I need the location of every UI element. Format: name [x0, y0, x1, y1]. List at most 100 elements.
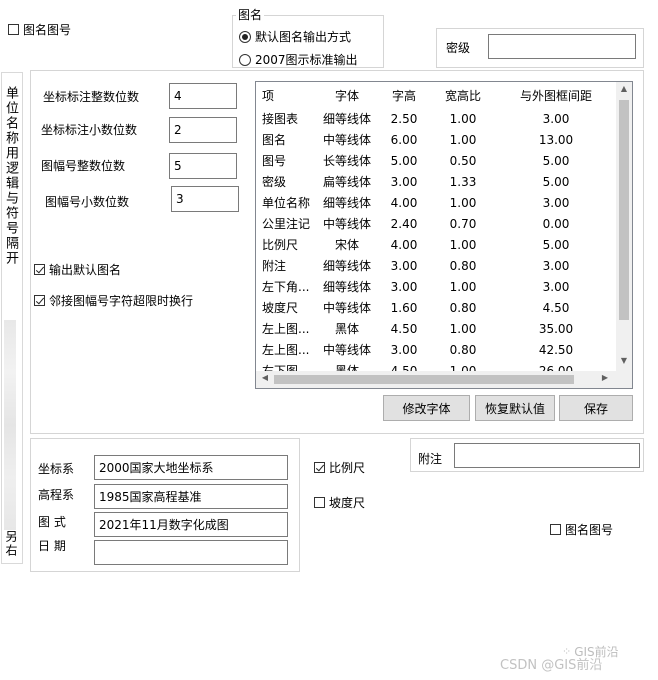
table-cell: 2.40	[390, 216, 418, 231]
scrollbar-thumb[interactable]	[619, 100, 629, 320]
table-cell: 3.00	[390, 279, 418, 294]
frame-int-input[interactable]: 5	[169, 153, 237, 179]
map-style-input[interactable]: 2021年11月数字化成图	[94, 512, 288, 537]
table-cell: 35.00	[538, 321, 574, 336]
radio-button[interactable]	[239, 30, 251, 43]
checkbox-label: 邻接图幅号字符超限时换行	[49, 294, 194, 308]
table-cell: 1.00	[449, 132, 477, 147]
table-cell: 坡度尺	[262, 301, 299, 315]
note-input[interactable]	[454, 443, 640, 468]
date-label: 日 期	[38, 539, 66, 553]
table-cell: 1.00	[449, 237, 477, 252]
table-cell: 1.00	[449, 111, 477, 126]
checkbox-box[interactable]	[550, 524, 561, 535]
table-cell: 5.00	[542, 174, 570, 189]
checkbox-box[interactable]	[8, 24, 19, 35]
table-cell: 细等线体	[322, 280, 371, 294]
slope-bar-checkbox[interactable]: 坡度尺	[314, 494, 365, 511]
table-cell: 4.00	[390, 237, 418, 252]
table-cell: 1.33	[449, 174, 477, 189]
secret-label: 密级	[446, 41, 471, 55]
map-style-label: 图 式	[38, 515, 66, 529]
checkbox-label: 比例尺	[329, 461, 366, 475]
table-cell: 密级	[262, 175, 287, 189]
horizontal-scrollbar[interactable]: ◀ ▶	[256, 371, 632, 388]
table-row[interactable]: 比例尺 宋体 4.00 1.00 5.00	[256, 234, 618, 255]
radio-button[interactable]	[239, 53, 251, 66]
table-row[interactable]: 坡度尺 中等线体 1.60 0.80 4.50	[256, 297, 618, 318]
table-cell: 3.00	[542, 279, 570, 294]
table-cell: 3.00	[542, 258, 570, 273]
map-name-number-checkbox-2[interactable]: 图名图号	[550, 521, 613, 538]
checkbox-box[interactable]	[34, 264, 45, 275]
table-cell: 4.00	[390, 195, 418, 210]
checkbox-box[interactable]	[34, 295, 45, 306]
secret-input[interactable]	[488, 34, 636, 59]
vertical-scrollbar[interactable]: ▲ ▼	[616, 82, 632, 372]
table-cell: 0.70	[449, 216, 477, 231]
elevation-system-input[interactable]: 1985国家高程基准	[94, 484, 288, 509]
save-button[interactable]: 保存	[559, 395, 633, 421]
frame-dec-input[interactable]: 3	[171, 186, 239, 212]
h-scrollbar-thumb[interactable]	[274, 375, 574, 384]
checkbox-box[interactable]	[314, 497, 325, 508]
table-row[interactable]: 左下角... 细等线体 3.00 1.00 3.00	[256, 276, 618, 297]
modify-font-button[interactable]: 修改字体	[383, 395, 470, 421]
table-cell: 宋体	[334, 238, 359, 252]
table-header: 项 字体 字高 宽高比 与外图框间距	[256, 82, 618, 108]
table-row[interactable]: 公里注记 中等线体 2.40 0.70 0.00	[256, 213, 618, 234]
output-default-name-checkbox[interactable]: 输出默认图名	[34, 261, 121, 278]
checkbox-box[interactable]	[314, 462, 325, 473]
table-cell: 5.00	[542, 153, 570, 168]
table-cell: 1.00	[449, 195, 477, 210]
table-cell: 接图表	[262, 112, 299, 126]
coord-system-input[interactable]: 2000国家大地坐标系	[94, 455, 288, 480]
scroll-left-icon[interactable]: ◀	[258, 373, 272, 386]
font-settings-list[interactable]: 项 字体 字高 宽高比 与外图框间距 接图表 细等线体 2.50 1.00 3.00 图名…	[255, 81, 633, 389]
scale-bar-checkbox[interactable]: 比例尺	[314, 459, 365, 476]
coord-int-label: 坐标标注整数位数	[43, 90, 140, 104]
table-cell: 0.50	[449, 153, 477, 168]
scroll-down-icon[interactable]: ▼	[616, 356, 632, 370]
restore-default-button[interactable]: 恢复默认值	[475, 395, 555, 421]
table-cell: 图名	[262, 133, 287, 147]
table-cell: 1.00	[449, 321, 477, 336]
column-header[interactable]: 项	[256, 82, 318, 108]
map-name-number-checkbox[interactable]: 图名图号	[8, 21, 71, 38]
frame-dec-label: 图幅号小数位数	[45, 195, 130, 209]
column-header[interactable]: 与外图框间距	[494, 82, 618, 108]
table-cell: 细等线体	[322, 259, 371, 273]
scroll-up-icon[interactable]: ▲	[616, 84, 632, 98]
table-cell: 公里注记	[262, 217, 311, 231]
table-cell: 0.80	[449, 258, 477, 273]
date-input[interactable]	[94, 540, 288, 565]
table-cell: 0.00	[542, 216, 570, 231]
table-cell: 3.00	[390, 174, 418, 189]
wrap-frame-number-checkbox[interactable]: 邻接图幅号字符超限时换行	[34, 292, 193, 309]
table-row[interactable]: 附注 细等线体 3.00 0.80 3.00	[256, 255, 618, 276]
column-header[interactable]: 字高	[376, 82, 432, 108]
table-row[interactable]: 单位名称 细等线体 4.00 1.00 3.00	[256, 192, 618, 213]
table-cell: 5.00	[390, 153, 418, 168]
table-row[interactable]: 接图表 细等线体 2.50 1.00 3.00	[256, 108, 618, 129]
table-row[interactable]: 左上图... 黑体 4.50 1.00 35.00	[256, 318, 618, 339]
elevation-system-label: 高程系	[38, 488, 75, 502]
unit-name-hint: 单位名称用逻辑与符号隔开	[3, 86, 18, 266]
table-row[interactable]: 图号 长等线体 5.00 0.50 5.00	[256, 150, 618, 171]
table-cell: 细等线体	[322, 112, 371, 126]
radio-default-output[interactable]: 默认图名输出方式	[239, 28, 351, 45]
table-cell: 0.80	[449, 300, 477, 315]
column-header[interactable]: 宽高比	[432, 82, 494, 108]
column-header[interactable]: 字体	[318, 82, 376, 108]
table-cell: 6.00	[390, 132, 418, 147]
scroll-right-icon[interactable]: ▶	[598, 373, 612, 386]
coord-dec-input[interactable]: 2	[169, 117, 237, 143]
checkbox-label: 图名图号	[565, 523, 614, 537]
table-cell: 单位名称	[262, 196, 311, 210]
table-row[interactable]: 左上图... 中等线体 3.00 0.80 42.50	[256, 339, 618, 360]
coord-int-input[interactable]: 4	[169, 83, 237, 109]
radio-label: 2007图示标准输出	[255, 53, 358, 67]
table-row[interactable]: 图名 中等线体 6.00 1.00 13.00	[256, 129, 618, 150]
table-row[interactable]: 密级 扁等线体 3.00 1.33 5.00	[256, 171, 618, 192]
radio-2007-standard[interactable]: 2007图示标准输出	[239, 51, 358, 68]
